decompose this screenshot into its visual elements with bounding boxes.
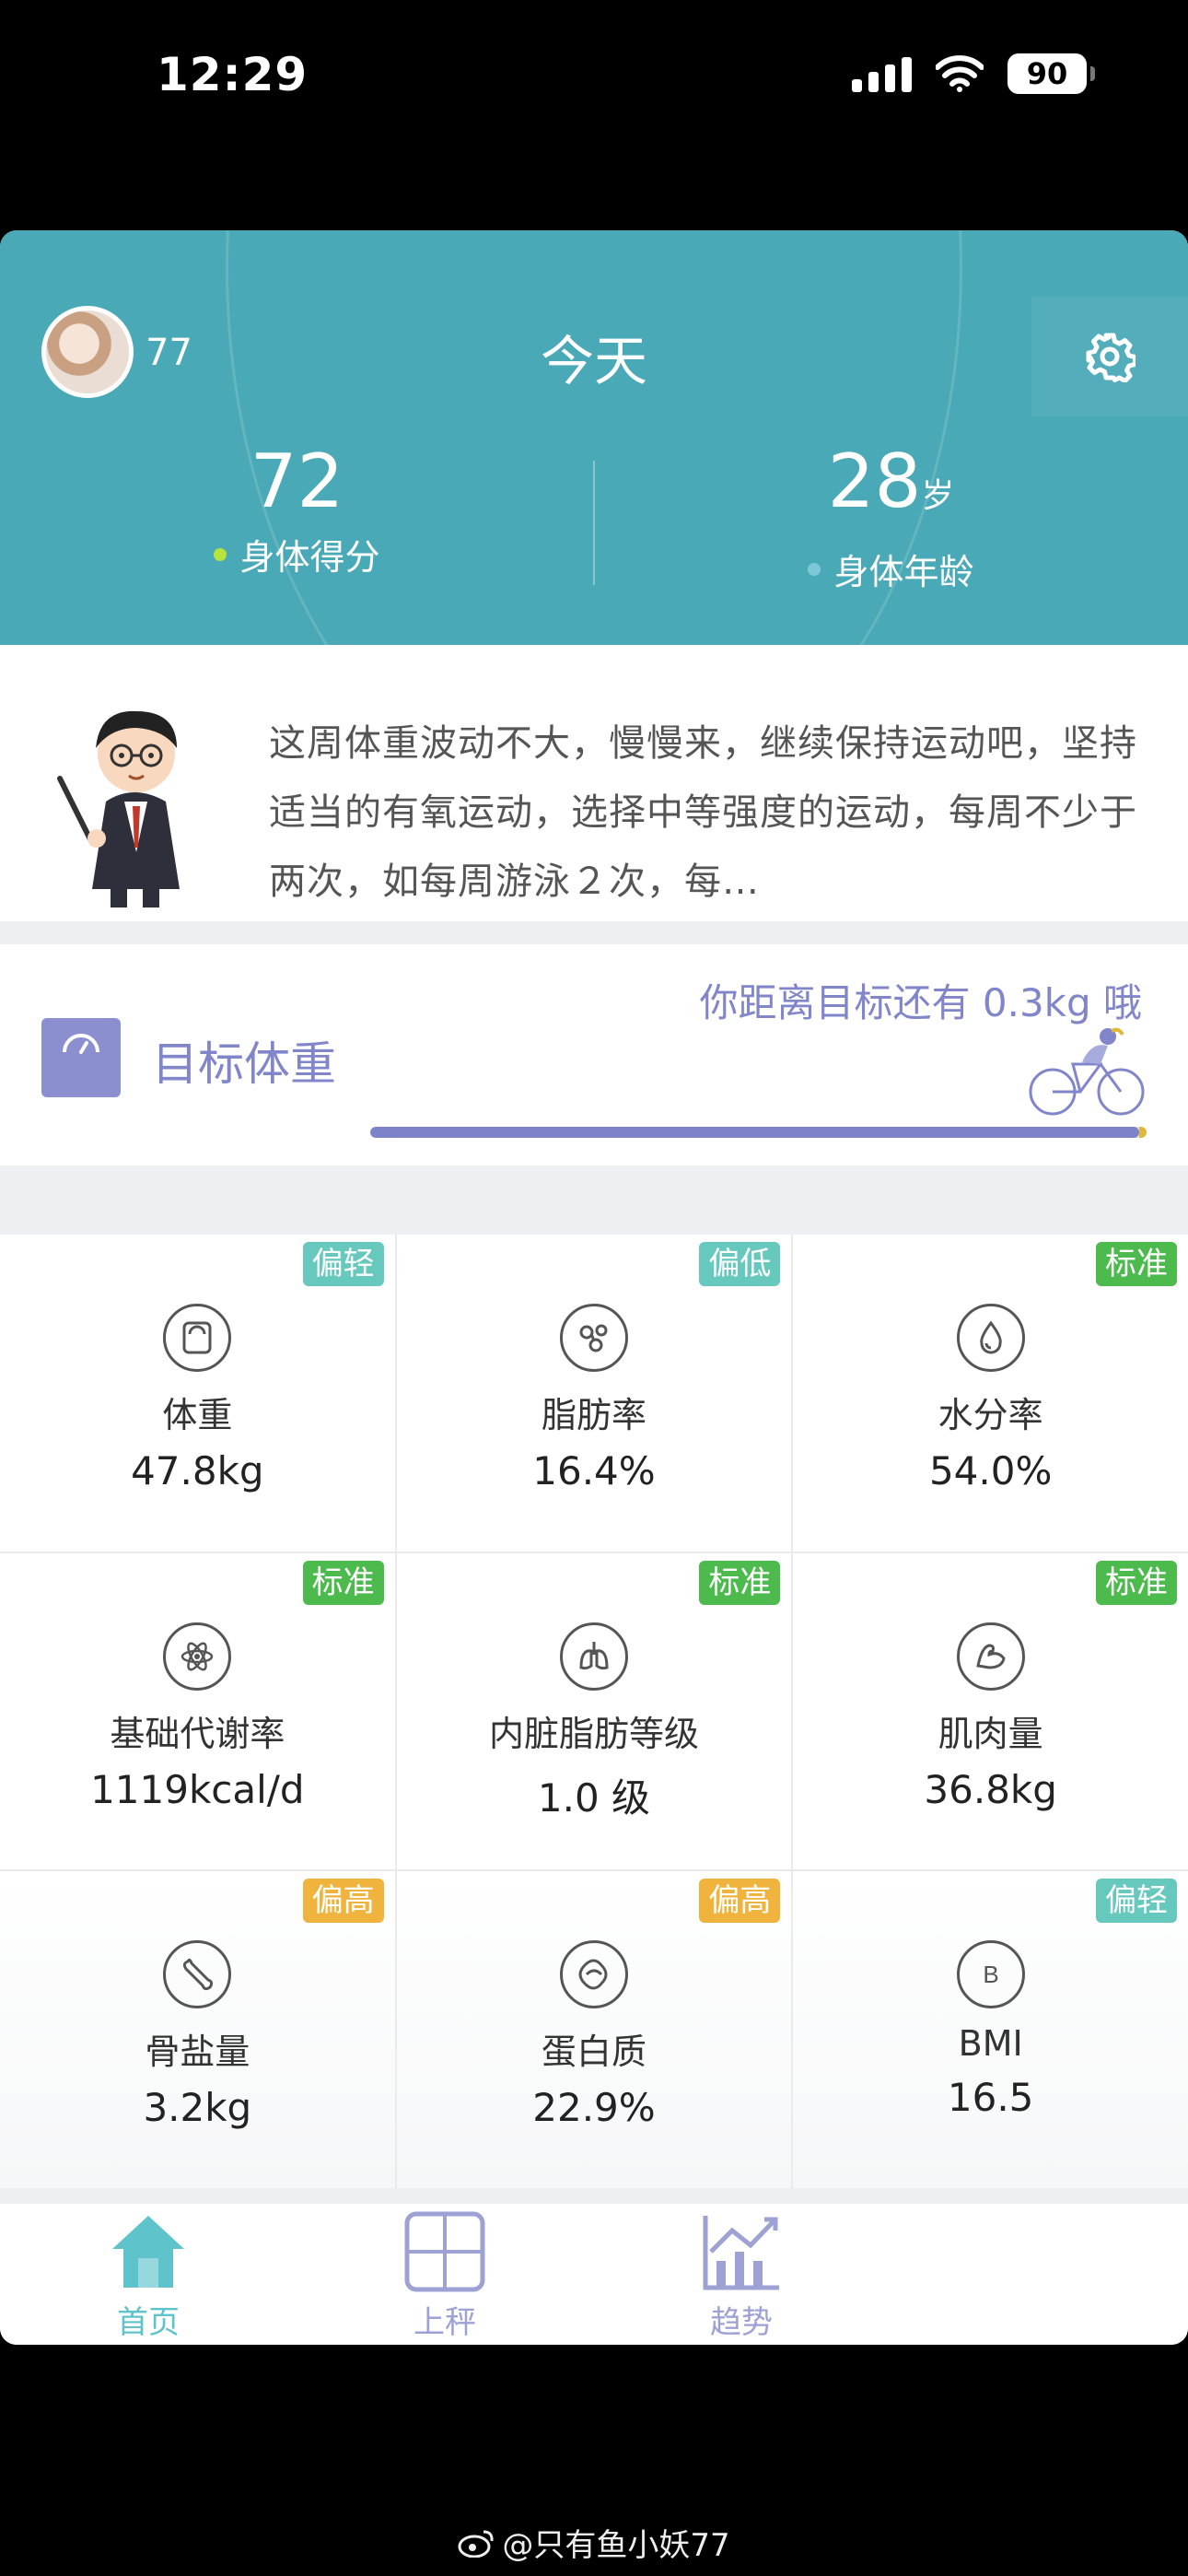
watermark: @只有鱼小妖77 [0,2520,1188,2565]
advice-text: 这周体重波动不大，慢慢来，继续保持运动吧，坚持适当的有氧运动，选择中等强度的运动… [269,722,1137,903]
cyclist-icon [1029,1027,1145,1116]
nav-label-scale: 上秤 [413,2304,476,2341]
goal-progress-marker [1139,1127,1147,1138]
metric-value: 3.2kg [143,2085,252,2131]
muscle-arm-icon [956,1622,1025,1691]
metric-value: 36.8kg [924,1766,1057,1812]
metric-card[interactable]: 偏低脂肪率 16.4% [396,1235,792,1551]
metric-name: 水分率 [938,1395,1043,1435]
nav-label-trend: 趋势 [710,2304,773,2341]
metric-name: 骨盐量 [145,2032,250,2073]
metric-card[interactable]: 偏高骨盐量 3.2kg [0,1871,395,2188]
metric-name: 蛋白质 [541,2032,646,2073]
goal-label: 目标体重 [152,1037,336,1091]
watermark-text: @只有鱼小妖77 [502,2527,730,2564]
header: 77 今天 72 身体得分 28岁 身体年龄 [0,230,1188,645]
goal-scale-icon [41,1018,121,1097]
wifi-icon [936,55,984,92]
metric-status-badge: 标准 [1095,1560,1177,1605]
nav-item-home[interactable]: 首页 [0,2204,297,2345]
metric-value: 1.0 级 [537,1774,651,1821]
nav-label-home: 首页 [117,2304,180,2341]
gear-icon [1086,333,1136,382]
goal-progress-bar [370,1127,1147,1138]
metric-status-badge: 偏低 [699,1242,781,1286]
metric-status-badge: 标准 [699,1560,781,1605]
body-age-label: 身体年龄 [833,552,974,592]
metric-card[interactable]: 偏轻体重 47.8kg [0,1235,395,1551]
bottom-nav: 首页 上秤 趋势 [0,2204,1188,2345]
status-indicators: 90 [852,53,1095,94]
metric-status-badge: 标准 [1095,1242,1177,1286]
metric-name: BMI [958,2023,1023,2065]
app-screen: 77 今天 72 身体得分 28岁 身体年龄 这周体重波动不大，慢慢来，继续保持… [0,230,1188,2345]
metric-value: 54.0% [928,1448,1053,1493]
protein-icon [559,1940,628,2009]
atom-icon [163,1622,232,1691]
metric-status-badge: 偏高 [699,1879,781,1924]
metric-name: 体重 [162,1395,233,1435]
status-time: 12:29 [157,48,309,101]
scale-grid-icon [404,2211,485,2292]
metric-name: 肌肉量 [938,1713,1043,1754]
metric-card[interactable]: 标准基础代谢率 1119kcal/d [0,1552,395,1870]
water-drop-icon [956,1304,1025,1372]
lungs-icon [559,1622,628,1691]
body-age-stat[interactable]: 28岁 身体年龄 [594,440,1188,594]
metric-value: 16.4% [532,1448,656,1493]
advice-card[interactable]: 这周体重波动不大，慢慢来，继续保持运动吧，坚持适当的有氧运动，选择中等强度的运动… [0,645,1188,921]
metric-value: 1119kcal/d [90,1766,305,1812]
battery-indicator: 90 [1007,53,1095,94]
goal-weight-card[interactable]: 目标体重 你距离目标还有 0.3kg 哦 [0,944,1188,1165]
metric-status-badge: 偏高 [302,1879,384,1924]
cellular-signal-icon [852,55,912,92]
teacher-character-icon [57,710,180,907]
metric-card[interactable]: 标准肌肉量 36.8kg [793,1552,1188,1870]
scale-icon [163,1304,232,1372]
body-age-value: 28 [827,439,922,524]
metric-status-badge: 偏轻 [1095,1879,1177,1924]
metric-status-badge: 偏轻 [302,1242,384,1286]
metric-card[interactable]: 偏高蛋白质 22.9% [396,1871,792,2188]
metric-name: 内脏脂肪等级 [488,1713,699,1754]
body-age-unit: 岁 [921,477,955,515]
metric-status-badge: 标准 [302,1560,384,1605]
body-score-label: 身体得分 [239,537,380,578]
body-score-stat[interactable]: 72 身体得分 [0,440,594,580]
goal-progress-fill [370,1127,1139,1138]
metric-card[interactable]: 标准内脏脂肪等级 1.0 级 [396,1552,792,1870]
metric-value: 47.8kg [131,1448,264,1493]
body-score-value: 72 [250,439,344,524]
metric-value: 16.5 [947,2075,1034,2121]
metric-value: 22.9% [532,2085,656,2131]
bmi-icon: B [956,1940,1025,2009]
home-icon [112,2216,184,2288]
metric-card[interactable]: 标准水分率 54.0% [793,1235,1188,1551]
bone-icon [163,1940,232,2009]
molecule-icon [559,1304,628,1372]
age-dot-icon [808,562,821,576]
svg-text:B: B [983,1961,998,1988]
metric-name: 脂肪率 [541,1395,646,1435]
metric-name: 基础代谢率 [110,1713,285,1754]
settings-button[interactable] [1031,297,1188,416]
trend-chart-icon [703,2216,779,2290]
nav-item-scale[interactable]: 上秤 [297,2204,593,2345]
page-title: 今天 [540,330,647,392]
score-dot-icon [214,547,227,561]
metrics-grid: 偏轻 体重 47.8kg 偏低 脂肪率 16.4% 标准 水分率 54.0% 标准 基础代谢率 111… [0,1235,1188,2188]
weibo-icon [458,2530,494,2558]
nav-item-trend[interactable]: 趋势 [593,2204,890,2345]
status-bar: 12:29 90 [0,0,1188,230]
metric-card[interactable]: 偏轻 B BMI 16.5 [793,1871,1188,2188]
